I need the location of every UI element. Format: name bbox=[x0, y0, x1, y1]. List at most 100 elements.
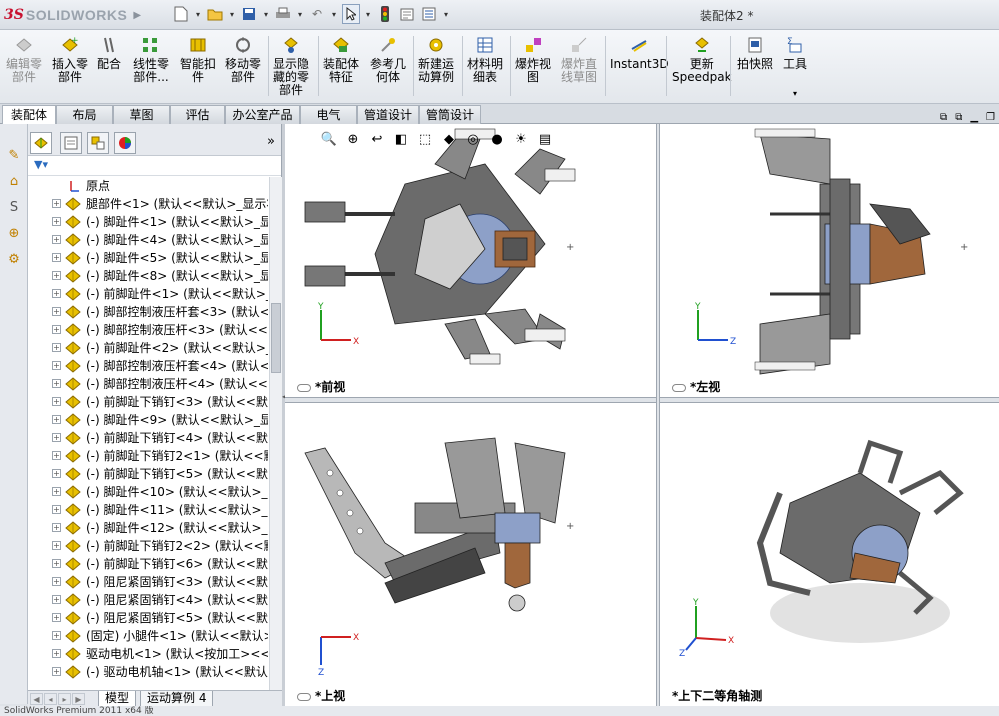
take-snapshot-button[interactable]: 拍快照 bbox=[737, 34, 773, 71]
tab-piping[interactable]: 管道设计 bbox=[357, 105, 419, 124]
tree-item[interactable]: + (-) 脚趾件<9> (默认<<默认>_显 bbox=[28, 411, 268, 429]
link-views-icon[interactable] bbox=[297, 692, 311, 701]
tree-item[interactable]: + (-) 前脚趾下销钉<6> (默认<<默 bbox=[28, 555, 268, 573]
tab-assembly[interactable]: 装配体 bbox=[2, 105, 56, 124]
move-component-button[interactable]: 移动零 部件 bbox=[225, 34, 261, 84]
expand-toggle-icon[interactable]: + bbox=[52, 451, 61, 460]
tools-button[interactable]: Σ 工具 ▾ bbox=[783, 34, 807, 100]
apply-scene-icon[interactable]: ☀ bbox=[512, 132, 530, 147]
tree-item[interactable]: + (-) 前脚趾下销钉<4> (默认<<默 bbox=[28, 429, 268, 447]
show-hidden-components-button[interactable]: 显示隐 藏的零 部件 bbox=[273, 34, 309, 97]
viewport-left[interactable]: + Y Z *左视 bbox=[660, 124, 999, 397]
expand-toggle-icon[interactable]: + bbox=[52, 289, 61, 298]
tree-item[interactable]: + (-) 阻尼紧固销钉<4> (默认<<默 bbox=[28, 591, 268, 609]
expand-toggle-icon[interactable]: + bbox=[52, 235, 61, 244]
new-icon[interactable] bbox=[172, 4, 190, 24]
new-motion-study-button[interactable]: 新建运 动算例 bbox=[418, 34, 454, 84]
feature-manager-tab-icon[interactable] bbox=[30, 132, 52, 154]
feature-filter[interactable]: ▼▾ bbox=[28, 156, 281, 176]
tree-item[interactable]: + 驱动电机<1> (默认<按加工><< bbox=[28, 645, 268, 663]
expand-toggle-icon[interactable]: + bbox=[52, 649, 61, 658]
tree-item[interactable]: + (-) 脚趾件<4> (默认<<默认>_显 bbox=[28, 231, 268, 249]
prev-tab-nav-icon[interactable]: ◂ bbox=[44, 693, 57, 705]
reference-geometry-button[interactable]: 参考几 何体 bbox=[370, 34, 406, 84]
viewport-horizontal-splitter[interactable] bbox=[285, 397, 999, 403]
open-dropdown-icon[interactable]: ▾ bbox=[228, 4, 236, 24]
minimize-icon[interactable]: ▁ bbox=[970, 112, 978, 123]
tree-item[interactable]: + (-) 前脚趾件<1> (默认<<默认>_ bbox=[28, 285, 268, 303]
tab-evaluate[interactable]: 评估 bbox=[170, 105, 225, 124]
expand-toggle-icon[interactable]: + bbox=[52, 469, 61, 478]
display-manager-tab-icon[interactable] bbox=[114, 132, 136, 154]
expand-toggle-icon[interactable]: + bbox=[52, 343, 61, 352]
link-views-icon[interactable] bbox=[672, 383, 686, 392]
expand-toggle-icon[interactable]: + bbox=[52, 199, 61, 208]
expand-toggle-icon[interactable]: + bbox=[52, 217, 61, 226]
file-explorer-icon[interactable]: ⊕ bbox=[3, 222, 25, 244]
save-dropdown-icon[interactable]: ▾ bbox=[262, 4, 270, 24]
tile-horizontal-icon[interactable]: ⧉ bbox=[940, 112, 947, 123]
insert-component-button[interactable]: + 插入零 部件 bbox=[52, 34, 88, 84]
expand-toggle-icon[interactable]: + bbox=[52, 559, 61, 568]
menu-arrow-icon[interactable]: ▶ bbox=[133, 10, 141, 21]
first-tab-nav-icon[interactable]: ◀ bbox=[30, 693, 43, 705]
expand-toggle-icon[interactable]: + bbox=[52, 433, 61, 442]
expand-toggle-icon[interactable]: + bbox=[52, 487, 61, 496]
exploded-view-button[interactable]: 爆炸视 图 bbox=[515, 34, 551, 84]
options-dropdown-icon[interactable]: ▾ bbox=[442, 4, 450, 24]
expand-toggle-icon[interactable]: + bbox=[52, 271, 61, 280]
display-style-icon[interactable]: ◆ bbox=[440, 132, 458, 147]
tree-item[interactable]: + (-) 脚趾件<8> (默认<<默认>_显 bbox=[28, 267, 268, 285]
tree-item[interactable]: + (-) 脚趾件<5> (默认<<默认>_显 bbox=[28, 249, 268, 267]
tree-item[interactable]: 原点 bbox=[28, 177, 268, 195]
new-dropdown-icon[interactable]: ▾ bbox=[194, 4, 202, 24]
tree-item[interactable]: + (-) 脚部控制液压杆套<3> (默认< bbox=[28, 303, 268, 321]
tree-item[interactable]: + (-) 脚部控制液压杆<4> (默认<< bbox=[28, 375, 268, 393]
tab-sketch[interactable]: 草图 bbox=[113, 105, 170, 124]
configuration-manager-tab-icon[interactable] bbox=[87, 132, 109, 154]
solidworks-logo[interactable]: 3S SOLIDWORKS ▶ bbox=[4, 6, 141, 24]
expand-toggle-icon[interactable]: + bbox=[52, 415, 61, 424]
expand-toggle-icon[interactable]: + bbox=[52, 325, 61, 334]
expand-toggle-icon[interactable]: + bbox=[52, 505, 61, 514]
mate-button[interactable]: 配合 bbox=[97, 34, 121, 71]
tree-item[interactable]: + (-) 脚趾件<11> (默认<<默认>_显 bbox=[28, 501, 268, 519]
save-icon[interactable] bbox=[240, 4, 258, 24]
expand-toggle-icon[interactable]: + bbox=[52, 307, 61, 316]
tree-item[interactable]: + (-) 脚部控制液压杆<3> (默认<< bbox=[28, 321, 268, 339]
select-icon[interactable] bbox=[342, 4, 360, 24]
undo-icon[interactable]: ↶ bbox=[308, 4, 326, 24]
tree-item[interactable]: + (-) 前脚趾下销钉<3> (默认<<默 bbox=[28, 393, 268, 411]
expand-toggle-icon[interactable]: + bbox=[52, 577, 61, 586]
open-icon[interactable] bbox=[206, 4, 224, 24]
edit-component-button[interactable]: 编辑零 部件 bbox=[6, 34, 42, 84]
smart-fasteners-button[interactable]: 智能扣 件 bbox=[180, 34, 216, 84]
expand-toggle-icon[interactable]: + bbox=[52, 667, 61, 676]
tree-item[interactable]: + (-) 前脚趾下销钉2<2> (默认<<默 bbox=[28, 537, 268, 555]
tree-item[interactable]: + 腿部件<1> (默认<<默认>_显示状 bbox=[28, 195, 268, 213]
view-orientation-icon[interactable]: ⬚ bbox=[416, 132, 434, 147]
appearance-icon[interactable]: ✎ bbox=[3, 144, 25, 166]
view-palette-icon[interactable]: ⚙ bbox=[3, 248, 25, 270]
update-speedpak-button[interactable]: 更新 Speedpak bbox=[672, 34, 732, 84]
instant3d-button[interactable]: Instant3D bbox=[610, 34, 669, 71]
expand-toggle-icon[interactable]: + bbox=[52, 613, 61, 622]
print-dropdown-icon[interactable]: ▾ bbox=[296, 4, 304, 24]
rebuild-icon[interactable] bbox=[376, 4, 394, 24]
tree-item[interactable]: + (-) 前脚趾件<2> (默认<<默认>_ bbox=[28, 339, 268, 357]
tree-item[interactable]: + (-) 阻尼紧固销钉<3> (默认<<默 bbox=[28, 573, 268, 591]
tree-item[interactable]: + (-) 驱动电机轴<1> (默认<<默认> bbox=[28, 663, 268, 681]
expand-toggle-icon[interactable]: + bbox=[52, 523, 61, 532]
expand-toggle-icon[interactable]: + bbox=[52, 379, 61, 388]
view-settings-icon[interactable]: ▤ bbox=[536, 132, 554, 147]
property-manager-tab-icon[interactable] bbox=[60, 132, 82, 154]
tree-item[interactable]: + (固定) 小腿件<1> (默认<<默认> bbox=[28, 627, 268, 645]
expand-toggle-icon[interactable]: + bbox=[52, 253, 61, 262]
options-icon[interactable] bbox=[420, 4, 438, 24]
more-tabs-icon[interactable]: » bbox=[267, 134, 275, 149]
tree-item[interactable]: + (-) 脚趾件<12> (默认<<默认>_显 bbox=[28, 519, 268, 537]
tab-model[interactable]: 模型 bbox=[98, 691, 137, 707]
section-view-icon[interactable]: ◧ bbox=[392, 132, 410, 147]
undo-dropdown-icon[interactable]: ▾ bbox=[330, 4, 338, 24]
hide-show-items-icon[interactable]: ◎ bbox=[464, 132, 482, 147]
